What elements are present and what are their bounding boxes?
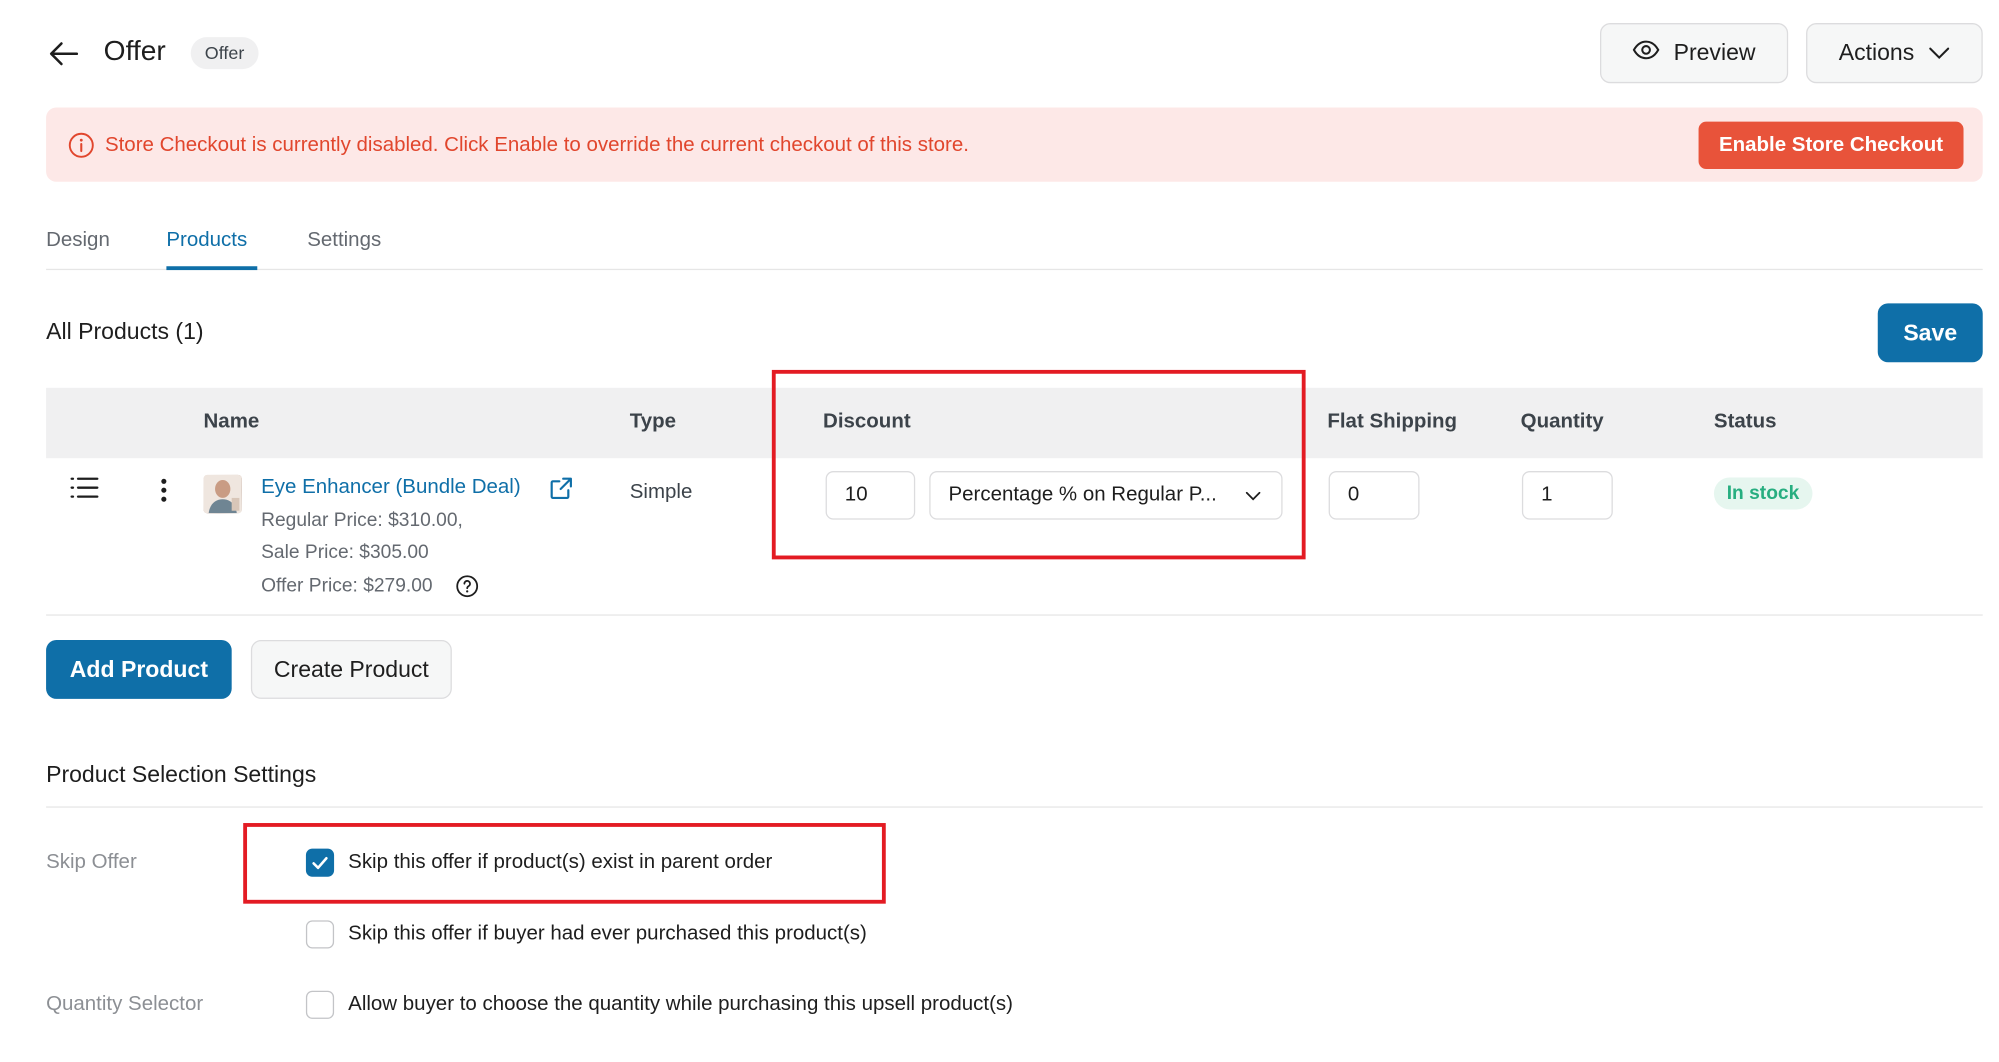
chevron-down-icon xyxy=(1927,40,1950,67)
create-product-button[interactable]: Create Product xyxy=(250,640,452,699)
skip-offer-highlight-box xyxy=(243,823,886,904)
product-type: Simple xyxy=(629,481,693,504)
quantity-selector-label: Quantity Selector xyxy=(46,993,204,1016)
column-header-status: Status xyxy=(1713,410,1777,433)
actions-label: Actions xyxy=(1838,39,1915,66)
product-selection-settings-heading: Product Selection Settings xyxy=(46,761,317,788)
tab-products[interactable]: Products xyxy=(166,229,247,252)
alert-message: Store Checkout is currently disabled. Cl… xyxy=(104,134,969,157)
allow-quantity-choice-checkbox[interactable] xyxy=(305,990,335,1019)
all-products-heading: All Products (1) xyxy=(46,318,204,345)
discount-highlight-box xyxy=(771,369,1306,560)
allow-quantity-choice-label[interactable]: Allow buyer to choose the quantity while… xyxy=(348,993,1013,1016)
page-title: Offer xyxy=(103,34,166,67)
sale-price: Sale Price: $305.00 xyxy=(261,541,429,564)
settings-divider xyxy=(46,806,1983,808)
info-circle-icon xyxy=(68,132,95,159)
flat-shipping-input[interactable]: 0 xyxy=(1328,471,1420,520)
save-button[interactable]: Save xyxy=(1877,303,1983,363)
skip-if-ever-purchased-checkbox[interactable] xyxy=(305,920,335,949)
column-header-name: Name xyxy=(203,410,260,433)
quantity-input[interactable]: 1 xyxy=(1521,471,1613,520)
eye-icon xyxy=(1633,40,1661,67)
external-link-icon[interactable] xyxy=(549,476,573,500)
column-header-quantity: Quantity xyxy=(1520,410,1604,433)
actions-dropdown-button[interactable]: Actions xyxy=(1806,23,1983,84)
tab-design[interactable]: Design xyxy=(46,229,110,252)
status-badge: In stock xyxy=(1713,477,1813,510)
skip-if-ever-purchased-label[interactable]: Skip this offer if buyer had ever purcha… xyxy=(348,923,867,946)
skip-offer-label: Skip Offer xyxy=(46,851,137,873)
regular-price: Regular Price: $310.00, xyxy=(261,509,463,532)
active-tab-indicator xyxy=(166,266,258,271)
page-type-badge: Offer xyxy=(190,37,259,70)
add-product-button[interactable]: Add Product xyxy=(46,640,232,699)
enable-store-checkout-button[interactable]: Enable Store Checkout xyxy=(1698,121,1964,169)
column-header-flat-shipping: Flat Shipping xyxy=(1327,410,1458,433)
tabs-divider xyxy=(46,268,1983,271)
preview-button[interactable]: Preview xyxy=(1600,23,1789,84)
kebab-icon[interactable] xyxy=(155,477,173,503)
tab-settings[interactable]: Settings xyxy=(307,229,381,252)
product-thumbnail xyxy=(203,474,242,514)
product-name-link[interactable]: Eye Enhancer (Bundle Deal) xyxy=(261,476,521,499)
help-circle-icon[interactable] xyxy=(456,575,479,598)
arrow-left-icon[interactable] xyxy=(46,36,82,72)
offer-price: Offer Price: $279.00 xyxy=(261,574,433,597)
column-header-type: Type xyxy=(629,410,677,433)
table-row-divider xyxy=(46,614,1983,616)
drag-handle-icon[interactable] xyxy=(69,475,100,501)
preview-label: Preview xyxy=(1673,39,1756,66)
